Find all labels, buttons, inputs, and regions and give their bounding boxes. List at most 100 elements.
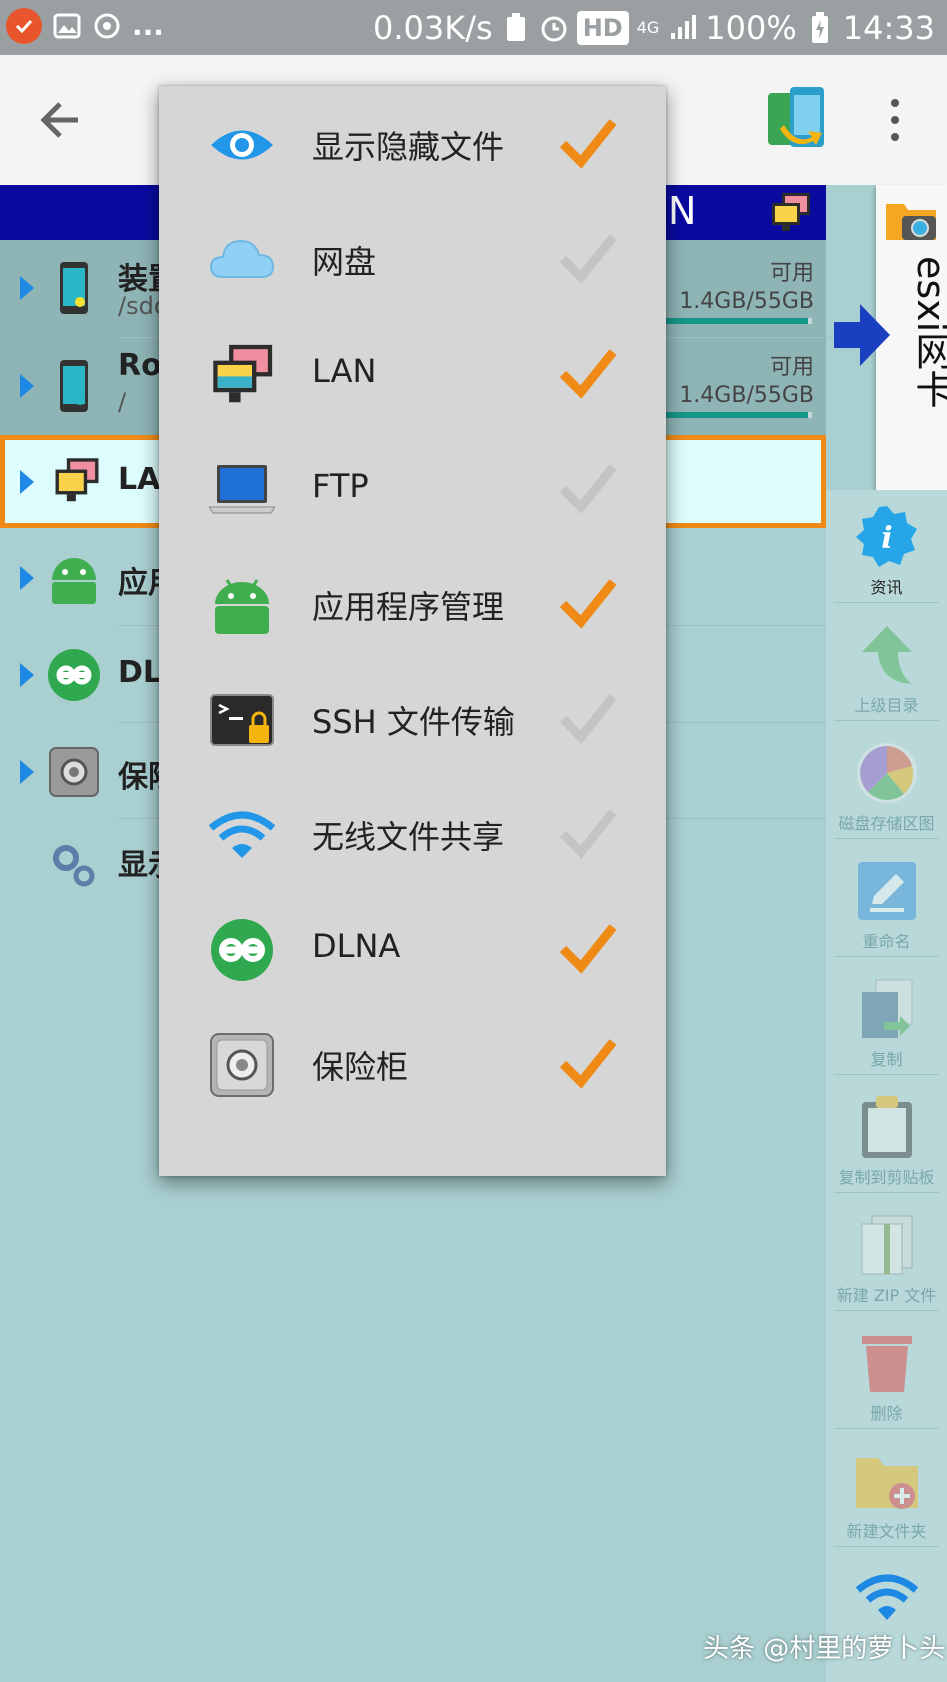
storage-available: 可用 1.4GB/55GB — [679, 354, 814, 410]
list-item-title: LA — [118, 462, 161, 497]
checkmark-icon[interactable] — [559, 461, 617, 515]
lan-icon — [772, 193, 810, 231]
lan-icon — [213, 344, 273, 403]
new-folder-button[interactable]: 新建文件夹 — [826, 1434, 947, 1552]
more-notifications: ... — [132, 9, 164, 42]
signal-icon — [667, 13, 697, 43]
phone-storage-icon — [60, 262, 88, 314]
divider — [834, 956, 939, 957]
checkmark-icon[interactable] — [559, 691, 617, 745]
side-item-label: 上级目录 — [854, 696, 919, 715]
root-storage-icon — [60, 360, 88, 412]
expand-icon[interactable] — [20, 760, 34, 784]
expand-icon[interactable] — [20, 566, 34, 590]
storage-available: 可用 1.4GB/55GB — [679, 260, 814, 316]
menu-item-cloud-drive[interactable]: 网盘 — [159, 201, 666, 316]
overflow-menu-button[interactable] — [880, 95, 910, 145]
trash-icon — [862, 1336, 912, 1392]
menu-item-ssh-transfer[interactable]: SSH 文件传输 — [159, 661, 666, 776]
list-item-path: / — [118, 388, 127, 416]
status-bar: ... 0.03K/s HD 4G 100% 14:33 — [0, 0, 947, 55]
menu-item-label: FTP — [312, 467, 369, 505]
side-item-label: 资讯 — [870, 578, 903, 597]
back-button[interactable] — [36, 95, 96, 145]
storage-usage-bar — [664, 412, 812, 418]
menu-item-label: 保险柜 — [312, 1048, 409, 1086]
info-icon: i — [856, 506, 917, 567]
parent-folder-button[interactable]: 上级目录 — [826, 608, 947, 726]
android-icon — [52, 558, 96, 604]
expand-icon[interactable] — [20, 663, 34, 687]
eye-icon — [211, 130, 273, 160]
network-speed: 0.03K/s — [373, 9, 493, 47]
terminal-lock-icon — [210, 694, 274, 746]
menu-item-dlna[interactable]: DLNA — [159, 891, 666, 1006]
checkmark-icon[interactable] — [559, 116, 617, 170]
divider — [834, 602, 939, 603]
copy-to-clipboard-button[interactable]: 复制到剪贴板 — [826, 1080, 947, 1198]
menu-item-ftp[interactable]: FTP — [159, 431, 666, 546]
arrow-right-icon — [834, 304, 890, 366]
checkmark-icon[interactable] — [559, 576, 617, 630]
clipboard-icon — [862, 1096, 912, 1158]
menu-item-show-hidden[interactable]: 显示隐藏文件 — [159, 86, 666, 201]
info-button[interactable]: i 资讯 — [826, 490, 947, 608]
battery-charging-icon — [805, 12, 835, 43]
storage-usage-bar — [664, 318, 812, 324]
copy-button[interactable]: 复制 — [826, 962, 947, 1080]
menu-item-label: 无线文件共享 — [312, 818, 505, 856]
copy-icon — [862, 979, 913, 1038]
cloud-icon — [209, 239, 275, 278]
menu-item-app-manager[interactable]: 应用程序管理 — [159, 546, 666, 661]
checkmark-icon[interactable] — [559, 231, 617, 285]
phone-transfer-icon — [768, 87, 824, 147]
divider — [834, 1428, 939, 1429]
available-label: 可用 — [769, 261, 814, 286]
side-item-label: 新建文件夹 — [846, 1522, 927, 1541]
safe-icon — [210, 1033, 274, 1097]
checkmark-icon[interactable] — [559, 1036, 617, 1090]
dlna-icon — [211, 919, 273, 981]
available-value: 1.4GB/55GB — [679, 383, 814, 408]
menu-item-label: SSH 文件传输 — [312, 703, 515, 741]
menu-item-vault[interactable]: 保险柜 — [159, 1006, 666, 1121]
menu-item-lan[interactable]: LAN — [159, 316, 666, 431]
available-value: 1.4GB/55GB — [679, 289, 814, 314]
divider — [834, 720, 939, 721]
remote-transfer-button[interactable] — [766, 85, 828, 155]
side-item-label: 复制到剪贴板 — [838, 1168, 935, 1187]
notification-app-icon — [6, 8, 42, 44]
new-zip-button[interactable]: 新建 ZIP 文件 — [826, 1198, 947, 1316]
action-side-panel: i 资讯 上级目录 磁盘存储区图 重命名 复制 复制到剪贴板 新建 ZIP 文件… — [826, 490, 947, 1682]
more-vertical-icon — [891, 99, 899, 141]
wifi-icon — [209, 811, 275, 858]
disk-map-button[interactable]: 磁盘存储区图 — [826, 726, 947, 844]
delete-button[interactable]: 删除 — [826, 1316, 947, 1434]
safe-icon — [49, 747, 99, 797]
expand-icon[interactable] — [20, 276, 34, 300]
side-item-label: 新建 ZIP 文件 — [836, 1286, 937, 1305]
view-options-popup: 显示隐藏文件 网盘 LAN FTP 应用程序管理 SSH 文件传输 无线文件共享… — [159, 86, 666, 1176]
esxi-tab-label[interactable]: esxi网卡 — [904, 256, 947, 408]
recycle-icon — [501, 13, 531, 43]
expand-icon[interactable] — [20, 470, 34, 494]
gears-icon — [53, 845, 95, 887]
menu-item-wifi-share[interactable]: 无线文件共享 — [159, 776, 666, 891]
checkmark-icon[interactable] — [559, 921, 617, 975]
new-folder-icon — [856, 1458, 918, 1509]
network-type: 4G — [636, 18, 660, 37]
zip-icon — [861, 1215, 913, 1275]
expand-icon[interactable] — [20, 374, 34, 398]
android-icon — [215, 579, 269, 634]
menu-item-label: 显示隐藏文件 — [312, 128, 505, 166]
band-label: N — [668, 189, 697, 233]
storage-usage-fill — [664, 412, 808, 418]
rename-button[interactable]: 重命名 — [826, 844, 947, 962]
menu-item-label: 网盘 — [312, 243, 377, 281]
menu-item-label: DLNA — [312, 927, 401, 965]
checkmark-icon[interactable] — [559, 346, 617, 400]
checkmark-icon[interactable] — [559, 806, 617, 860]
ftp-icon — [209, 465, 275, 514]
hd-badge: HD — [576, 11, 629, 45]
lan-icon — [55, 458, 99, 502]
